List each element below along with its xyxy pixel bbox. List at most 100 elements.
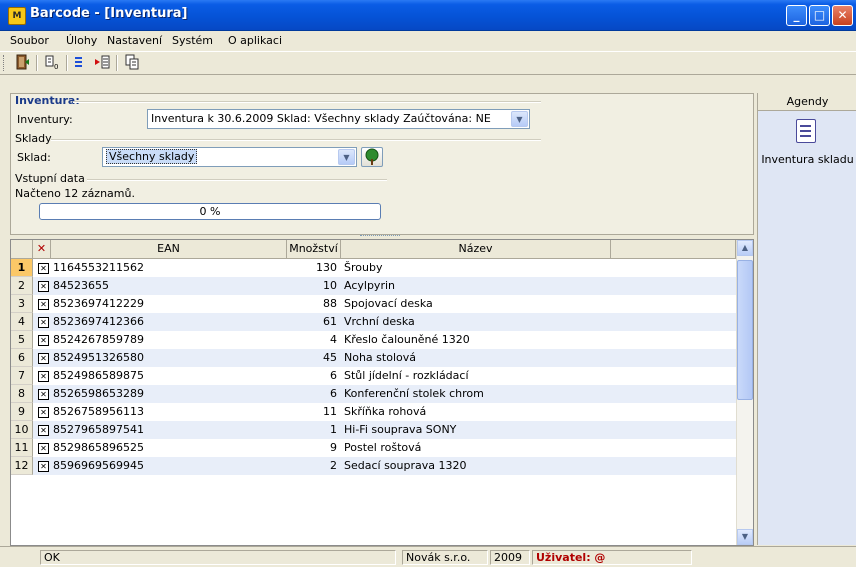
ean-cell[interactable]: 8526758956113 [53,403,283,421]
table-row[interactable]: 10 ✕ 8527965897541 1 Hi-Fi souprava SONY [11,421,736,439]
table-row[interactable]: 12 ✕ 8596969569945 2 Sedací souprava 1320 [11,457,736,475]
ean-cell[interactable]: 8596969569945 [53,457,283,475]
inventura-select[interactable]: Inventura k 30.6.2009 Sklad: Všechny skl… [147,109,530,129]
name-cell[interactable]: Acylpyrin [344,277,609,295]
table-row[interactable]: 11 ✕ 8529865896525 9 Postel roštová [11,439,736,457]
name-cell[interactable]: Postel roštová [344,439,609,457]
ean-cell[interactable]: 8524951326580 [53,349,283,367]
ean-cell[interactable]: 8529865896525 [53,439,283,457]
quantity-cell[interactable]: 11 [287,403,337,421]
row-number[interactable]: 2 [11,277,33,295]
mnozstvi-header[interactable]: Množství [287,240,341,258]
row-checkbox[interactable]: ✕ [38,353,49,364]
table-row[interactable]: 9 ✕ 8526758956113 11 Skříňka rohová [11,403,736,421]
row-number[interactable]: 9 [11,403,33,421]
chevron-down-icon[interactable]: ▼ [338,149,355,165]
nazev-header[interactable]: Název [341,240,611,258]
ean-cell[interactable]: 8524986589875 [53,367,283,385]
ean-header[interactable]: EAN [51,240,287,258]
table-row[interactable]: 8 ✕ 8526598653289 6 Konferenční stolek chrom [11,385,736,403]
table-row[interactable]: 5 ✕ 8524267859789 4 Křeslo čalouněné 1320 [11,331,736,349]
row-checkbox[interactable]: ✕ [38,425,49,436]
menu-nastaveni[interactable]: Nastavení [107,34,162,47]
scroll-down-button[interactable]: ▼ [737,529,753,545]
menu-o-aplikaci[interactable]: O aplikaci [228,34,282,47]
maximize-button[interactable]: □ [809,5,830,26]
table-row[interactable]: 4 ✕ 8523697412366 61 Vrchní deska [11,313,736,331]
name-cell[interactable]: Vrchní deska [344,313,609,331]
row-number[interactable]: 10 [11,421,33,439]
name-cell[interactable]: Sedací souprava 1320 [344,457,609,475]
import-list-icon[interactable] [92,54,112,72]
ean-cell[interactable]: 8524267859789 [53,331,283,349]
row-checkbox[interactable]: ✕ [38,263,49,274]
import-arrow-icon[interactable] [72,54,92,72]
row-checkbox[interactable]: ✕ [38,461,49,472]
row-number[interactable]: 6 [11,349,33,367]
quantity-cell[interactable]: 4 [287,331,337,349]
ean-cell[interactable]: 8523697412229 [53,295,283,313]
name-cell[interactable]: Konferenční stolek chrom [344,385,609,403]
table-row[interactable]: 3 ✕ 8523697412229 88 Spojovací deska [11,295,736,313]
name-cell[interactable]: Skříňka rohová [344,403,609,421]
row-checkbox[interactable]: ✕ [38,299,49,310]
quantity-cell[interactable]: 10 [287,277,337,295]
toolbar-grip[interactable] [3,55,7,71]
scroll-thumb[interactable] [737,260,753,400]
quantity-cell[interactable]: 1 [287,421,337,439]
select-all-header[interactable]: ✕ [33,240,51,258]
row-number[interactable]: 3 [11,295,33,313]
name-cell[interactable]: Spojovací deska [344,295,609,313]
table-row[interactable]: 2 ✕ 84523655 10 Acylpyrin [11,277,736,295]
ean-cell[interactable]: 8527965897541 [53,421,283,439]
menu-system[interactable]: Systém [172,34,213,47]
ean-cell[interactable]: 1164553211562 [53,259,283,277]
row-number[interactable]: 8 [11,385,33,403]
quantity-cell[interactable]: 9 [287,439,337,457]
name-cell[interactable]: Šrouby [344,259,609,277]
exit-door-icon[interactable] [12,54,32,72]
quantity-cell[interactable]: 6 [287,367,337,385]
row-checkbox[interactable]: ✕ [38,281,49,292]
quantity-cell[interactable]: 61 [287,313,337,331]
row-number[interactable]: 7 [11,367,33,385]
name-cell[interactable]: Hi-Fi souprava SONY [344,421,609,439]
row-number[interactable]: 1 [11,259,33,277]
ean-cell[interactable]: 8523697412366 [53,313,283,331]
tree-button[interactable] [361,147,383,167]
row-number[interactable]: 4 [11,313,33,331]
quantity-cell[interactable]: 2 [287,457,337,475]
table-row[interactable]: 1 ✕ 1164553211562 130 Šrouby [11,259,736,277]
vertical-scrollbar[interactable]: ▲ ▼ [736,240,753,545]
row-checkbox[interactable]: ✕ [38,317,49,328]
name-cell[interactable]: Stůl jídelní - rozkládací [344,367,609,385]
quantity-cell[interactable]: 88 [287,295,337,313]
table-row[interactable]: 6 ✕ 8524951326580 45 Noha stolová [11,349,736,367]
quantity-cell[interactable]: 130 [287,259,337,277]
splitter-grip[interactable] [360,235,400,238]
name-cell[interactable]: Noha stolová [344,349,609,367]
row-number[interactable]: 11 [11,439,33,457]
chevron-down-icon[interactable]: ▼ [511,111,528,127]
quantity-cell[interactable]: 45 [287,349,337,367]
row-checkbox[interactable]: ✕ [38,389,49,400]
menu-ulohy[interactable]: Úlohy [66,34,97,47]
row-checkbox[interactable]: ✕ [38,335,49,346]
ean-cell[interactable]: 8526598653289 [53,385,283,403]
row-number[interactable]: 12 [11,457,33,475]
ean-cell[interactable]: 84523655 [53,277,283,295]
minimize-button[interactable]: _ [786,5,807,26]
menu-soubor[interactable]: Soubor [10,34,49,47]
close-button[interactable]: ✕ [832,5,853,26]
counter-icon[interactable]: 0 [42,54,62,72]
document-icon[interactable] [796,119,816,143]
row-checkbox[interactable]: ✕ [38,407,49,418]
name-cell[interactable]: Křeslo čalouněné 1320 [344,331,609,349]
agenda-inventura-skladu[interactable]: Inventura skladu [758,153,856,166]
quantity-cell[interactable]: 6 [287,385,337,403]
row-checkbox[interactable]: ✕ [38,443,49,454]
copy-documents-icon[interactable] [122,54,142,72]
scroll-up-button[interactable]: ▲ [737,240,753,256]
row-number[interactable]: 5 [11,331,33,349]
sklad-select[interactable]: Všechny sklady [102,147,357,167]
